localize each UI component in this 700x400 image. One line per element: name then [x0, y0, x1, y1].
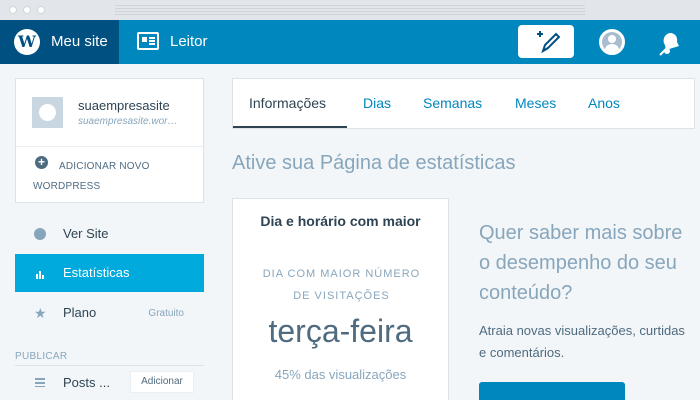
my-site-button[interactable]: W Meu site: [0, 20, 119, 64]
divider: [16, 146, 203, 147]
tab-months[interactable]: Meses: [515, 79, 556, 128]
window-minimize-dot[interactable]: [23, 6, 31, 14]
write-post-icon: [537, 31, 560, 54]
promo-title: Quer saber mais sobre o desempenho do se…: [479, 222, 683, 304]
sidebar: suaempresasite suaempresasite.wordpress.…: [0, 64, 217, 400]
add-post-button[interactable]: Adicionar: [130, 371, 194, 393]
tab-selected-indicator: [233, 126, 347, 128]
site-name: suaempresasite: [78, 98, 170, 113]
stats-tabs: Informações Dias Semanas Meses Anos: [232, 78, 695, 129]
page-title: Ative sua Página de estatísticas: [232, 152, 516, 174]
star-icon: ★: [34, 305, 47, 321]
stat-card-label: Dia com maior número de visitações: [262, 268, 421, 302]
globe-icon: [34, 228, 46, 240]
sidebar-item-label: Estatísticas: [63, 265, 130, 280]
sidebar-item-plan[interactable]: ★ Plano Gratuito: [15, 294, 204, 332]
masterbar: W Meu site Leitor: [0, 20, 700, 64]
my-site-label: Meu site: [51, 33, 108, 50]
write-post-button[interactable]: [518, 25, 574, 58]
sidebar-item-view-site[interactable]: Ver Site: [15, 215, 204, 253]
site-card[interactable]: suaempresasite suaempresasite.wordpress.…: [15, 78, 204, 203]
divider: [15, 365, 204, 366]
site-url: suaempresasite.wordpress.com: [78, 116, 182, 127]
plan-badge: Gratuito: [148, 308, 184, 319]
tab-years[interactable]: Anos: [588, 79, 620, 128]
stat-card-title: Dia e horário com maior: [260, 213, 421, 229]
reader-icon[interactable]: [137, 32, 159, 50]
browser-chrome: [0, 0, 700, 20]
sidebar-item-label: Ver Site: [63, 226, 109, 241]
sidebar-item-stats[interactable]: Estatísticas: [15, 254, 204, 292]
titlebar-grip: [115, 5, 585, 16]
window-maximize-dot[interactable]: [37, 6, 45, 14]
add-new-site-link[interactable]: Adicionar novo WordPress: [33, 157, 183, 197]
avatar-icon: [602, 32, 622, 52]
posts-icon: [35, 378, 45, 387]
stats-icon: [34, 267, 46, 279]
section-label-publish: Publicar: [15, 351, 68, 362]
site-globe-icon: [32, 97, 63, 128]
window-close-dot[interactable]: [9, 6, 17, 14]
promo-text: Atraia novas visualizações, curtidas e c…: [479, 323, 685, 360]
stat-card-subtext: 45% das visualizações: [274, 367, 407, 382]
wordpress-logo-icon: W: [14, 29, 40, 55]
notifications-bell-icon[interactable]: [656, 30, 682, 56]
reader-link[interactable]: Leitor: [170, 33, 208, 50]
tab-insights[interactable]: Informações: [249, 79, 326, 128]
user-avatar[interactable]: [599, 29, 625, 55]
promo-button[interactable]: [479, 382, 625, 400]
stat-card-value: terça-feira: [268, 313, 413, 349]
sidebar-item-label: Plano: [63, 305, 97, 320]
tab-days[interactable]: Dias: [363, 79, 391, 128]
main-content: Informações Dias Semanas Meses Anos Ativ…: [217, 64, 700, 400]
tab-weeks[interactable]: Semanas: [423, 79, 482, 128]
stat-card: Dia e horário com maior Dia com maior nú…: [232, 198, 449, 400]
sidebar-item-posts[interactable]: Posts ...: [63, 375, 110, 390]
